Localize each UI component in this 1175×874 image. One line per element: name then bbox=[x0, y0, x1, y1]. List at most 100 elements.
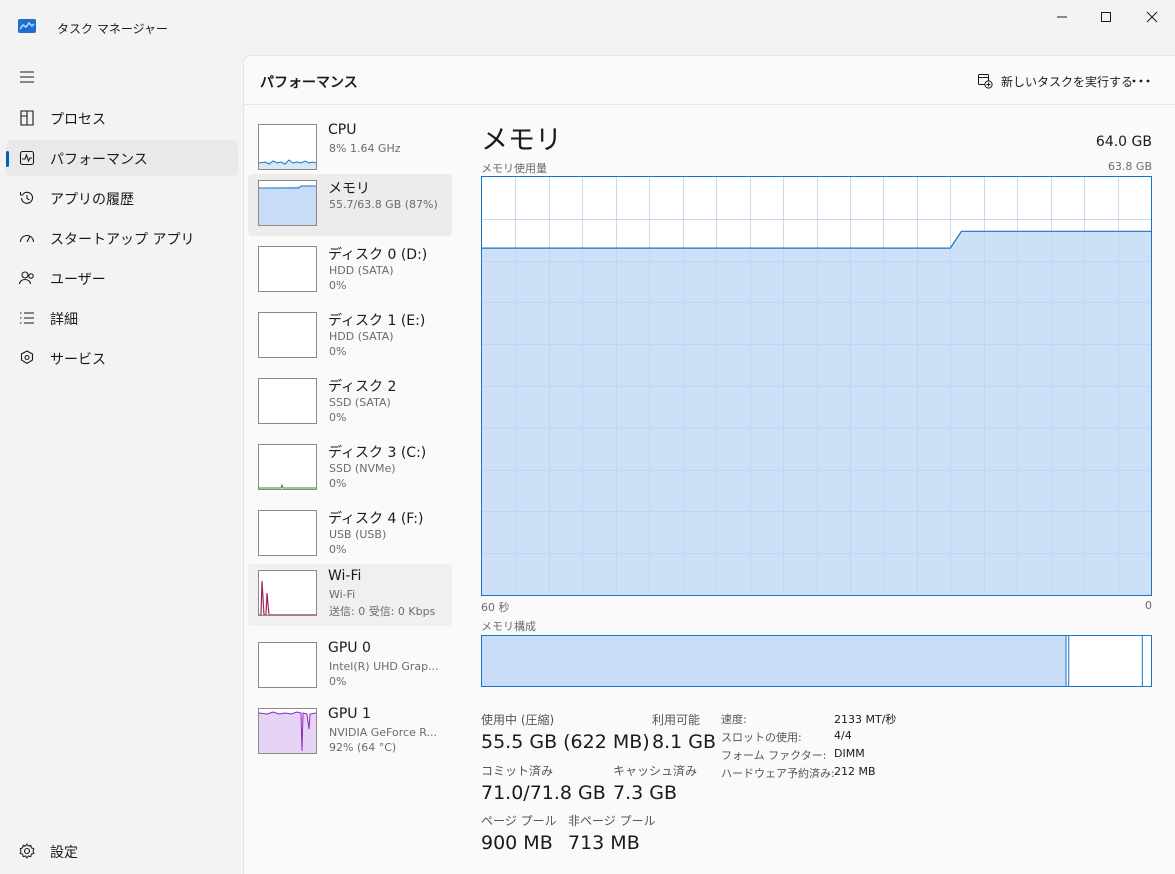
sidebar-item-services[interactable]: サービス bbox=[6, 340, 238, 376]
main-content: パフォーマンス 新しいタスクを実行する CPU 8% 1.64 GHz メモリ … bbox=[243, 55, 1175, 874]
sidebar-item-label: アプリの履歴 bbox=[50, 192, 134, 208]
hw-reserved-value: 212 MB bbox=[834, 765, 876, 778]
committed-value: 71.0/71.8 GB bbox=[481, 782, 606, 804]
device-item-disk-1[interactable]: ディスク 1 (E:) HDD (SATA) 0% bbox=[248, 306, 452, 368]
device-usage: 0% bbox=[329, 345, 347, 358]
memory-thumbnail bbox=[258, 180, 317, 226]
cached-value: 7.3 GB bbox=[613, 782, 678, 804]
time-axis-left: 60 秒 bbox=[481, 601, 510, 614]
memory-usage-graph bbox=[481, 176, 1152, 596]
services-icon bbox=[20, 350, 34, 365]
form-factor-value: DIMM bbox=[834, 747, 865, 760]
device-sub: 8% 1.64 GHz bbox=[329, 142, 401, 155]
sidebar-item-details[interactable]: 詳細 bbox=[6, 300, 238, 336]
sidebar-item-app-history[interactable]: アプリの履歴 bbox=[6, 180, 238, 216]
device-item-cpu[interactable]: CPU 8% 1.64 GHz bbox=[248, 118, 452, 180]
device-item-disk-0[interactable]: ディスク 0 (D:) HDD (SATA) 0% bbox=[248, 240, 452, 302]
device-name: メモリ bbox=[328, 181, 370, 197]
device-usage: 送信: 0 受信: 0 Kbps bbox=[329, 605, 436, 618]
committed-label: コミット済み bbox=[481, 764, 554, 778]
sidebar-item-startup-apps[interactable]: スタートアップ アプリ bbox=[6, 220, 238, 256]
hamburger-icon bbox=[20, 71, 34, 83]
form-factor-key: フォーム ファクター: bbox=[721, 749, 827, 762]
device-sub: NVIDIA GeForce R... bbox=[329, 726, 438, 739]
device-sub: USB (USB) bbox=[329, 528, 387, 541]
gpu-0-thumbnail bbox=[258, 642, 317, 688]
maximize-icon bbox=[1101, 12, 1111, 22]
device-item-disk-3[interactable]: ディスク 3 (C:) SSD (NVMe) 0% bbox=[248, 438, 452, 500]
sidebar-item-label: ユーザー bbox=[50, 272, 106, 288]
device-name: ディスク 2 bbox=[328, 379, 397, 395]
memory-usage-plot bbox=[482, 177, 1151, 596]
device-sub: HDD (SATA) bbox=[329, 264, 394, 277]
device-item-disk-2[interactable]: ディスク 2 SSD (SATA) 0% bbox=[248, 372, 452, 434]
device-name: ディスク 1 (E:) bbox=[328, 313, 426, 329]
speed-key: 速度: bbox=[721, 713, 747, 726]
history-icon bbox=[19, 191, 34, 204]
disk-1-thumbnail bbox=[258, 312, 317, 358]
time-axis-right: 0 bbox=[1145, 599, 1152, 612]
menu-toggle-button[interactable] bbox=[16, 66, 38, 88]
paged-pool-value: 900 MB bbox=[481, 832, 553, 854]
users-icon bbox=[18, 271, 34, 285]
device-sub: SSD (SATA) bbox=[329, 396, 391, 409]
device-item-gpu-0[interactable]: GPU 0 Intel(R) UHD Grap... 0% bbox=[248, 636, 452, 698]
hw-reserved-key: ハードウェア予約済み: bbox=[721, 767, 835, 780]
more-icon bbox=[1132, 79, 1150, 83]
device-name: ディスク 0 (D:) bbox=[328, 247, 428, 263]
device-name: GPU 0 bbox=[328, 640, 371, 656]
title-bar: タスク マネージャー bbox=[0, 0, 1175, 54]
nonpaged-pool-label: 非ページ プール bbox=[568, 814, 656, 828]
device-sub: HDD (SATA) bbox=[329, 330, 394, 343]
device-usage: 92% (64 °C) bbox=[329, 741, 397, 754]
speed-value: 2133 MT/秒 bbox=[834, 713, 897, 726]
device-item-disk-4[interactable]: ディスク 4 (F:) USB (USB) 0% bbox=[248, 504, 452, 566]
device-item-wifi[interactable]: Wi-Fi Wi-Fi 送信: 0 受信: 0 Kbps bbox=[248, 564, 452, 626]
disk-3-thumbnail bbox=[258, 444, 317, 490]
device-name: CPU bbox=[328, 122, 357, 138]
device-name: Wi-Fi bbox=[328, 568, 362, 584]
cached-label: キャッシュ済み bbox=[613, 764, 698, 778]
memory-composition-label: メモリ構成 bbox=[481, 620, 536, 633]
device-item-memory[interactable]: メモリ 55.7/63.8 GB (87%) bbox=[248, 174, 452, 236]
in-use-label: 使用中 (圧縮) bbox=[481, 713, 555, 727]
device-usage: 0% bbox=[329, 675, 347, 688]
in-use-value: 55.5 GB (622 MB) bbox=[481, 731, 650, 753]
maximize-button[interactable] bbox=[1083, 0, 1129, 34]
slots-key: スロットの使用: bbox=[721, 731, 802, 744]
sidebar-item-label: サービス bbox=[50, 352, 106, 368]
list-icon bbox=[20, 312, 34, 324]
sidebar-item-label: プロセス bbox=[50, 112, 106, 128]
disk-3-sparkline bbox=[259, 483, 316, 489]
available-value: 8.1 GB bbox=[652, 731, 717, 753]
wifi-sparkline bbox=[259, 580, 316, 615]
composition-in-use[interactable] bbox=[482, 636, 1066, 686]
detail-title: メモリ bbox=[481, 125, 562, 156]
sidebar-item-users[interactable]: ユーザー bbox=[6, 260, 238, 296]
device-usage: 0% bbox=[329, 543, 347, 556]
header-divider bbox=[244, 104, 1175, 105]
page-title: パフォーマンス bbox=[260, 75, 358, 91]
sidebar-item-performance[interactable]: パフォーマンス bbox=[6, 140, 238, 176]
disk-0-thumbnail bbox=[258, 246, 317, 292]
processes-icon bbox=[20, 110, 34, 126]
cpu-sparkline bbox=[259, 159, 316, 169]
sidebar-item-label: パフォーマンス bbox=[50, 152, 148, 168]
sidebar-item-settings[interactable]: 設定 bbox=[6, 833, 238, 869]
sidebar-item-label: 設定 bbox=[50, 845, 78, 861]
minimize-button[interactable] bbox=[1039, 0, 1085, 34]
device-sub: 55.7/63.8 GB (87%) bbox=[329, 198, 438, 211]
run-new-task-button[interactable]: 新しいタスクを実行する bbox=[977, 70, 1133, 92]
sidebar-item-label: スタートアップ アプリ bbox=[50, 232, 195, 248]
device-item-gpu-1[interactable]: GPU 1 NVIDIA GeForce R... 92% (64 °C) bbox=[248, 702, 452, 764]
selection-indicator bbox=[6, 151, 9, 167]
available-label: 利用可能 bbox=[652, 713, 701, 727]
gpu-1-sparkline bbox=[259, 711, 316, 753]
sidebar-item-processes[interactable]: プロセス bbox=[6, 100, 238, 136]
close-button[interactable] bbox=[1129, 0, 1175, 34]
more-options-button[interactable] bbox=[1126, 68, 1156, 94]
memory-usage-max: 63.8 GB bbox=[1107, 160, 1152, 173]
device-sub: Intel(R) UHD Grap... bbox=[329, 660, 439, 673]
device-usage: 0% bbox=[329, 279, 347, 292]
memory-sparkline bbox=[259, 185, 316, 225]
